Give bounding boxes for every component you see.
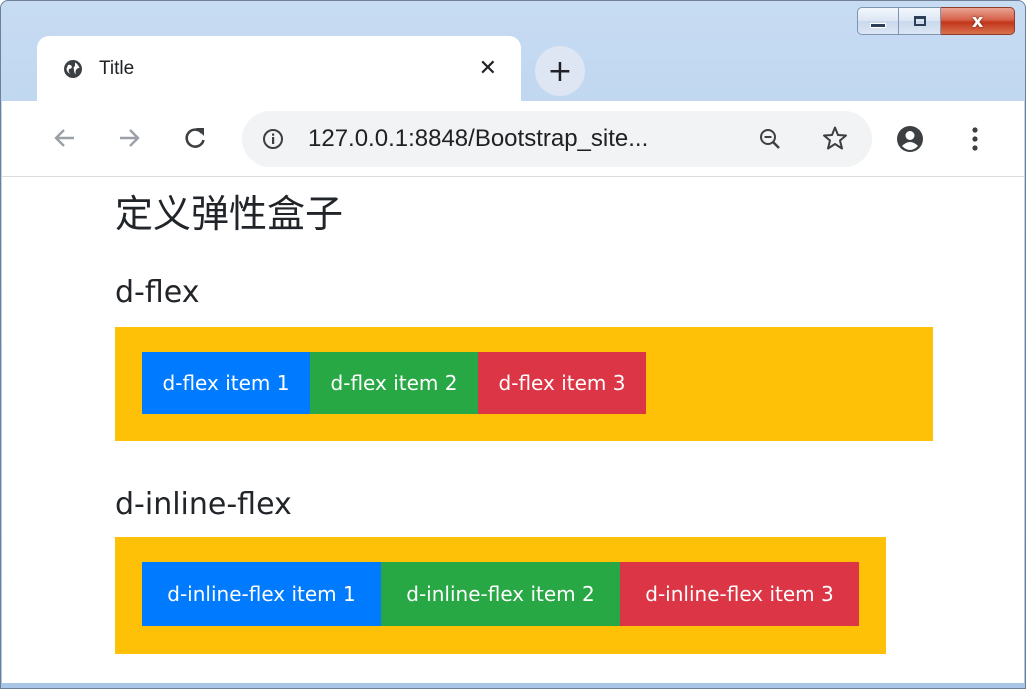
more-vert-icon[interactable] [970,125,980,153]
section-heading-d-inline-flex: d-inline-flex [115,487,292,522]
maximize-icon [913,16,926,26]
forward-button[interactable] [110,119,148,157]
minimize-button[interactable] [857,7,899,35]
maximize-button[interactable] [899,7,941,35]
d-inline-flex-container: d-inline-flex item 1 d-inline-flex item … [115,537,886,654]
inline-flex-item: d-inline-flex item 1 [142,562,381,626]
forward-arrow-icon [120,129,140,147]
page-title: 定义弹性盒子 [115,192,344,236]
browser-toolbar: 127.0.0.1:8848/Bootstrap_site... [2,101,1024,177]
info-icon[interactable] [262,128,284,150]
section-heading-d-flex: d-flex [115,275,200,310]
new-tab-button[interactable]: + [535,46,585,96]
flex-item: d-flex item 3 [478,352,646,414]
inline-flex-item: d-inline-flex item 3 [620,562,859,626]
flex-item: d-flex item 1 [142,352,310,414]
minimize-icon [870,22,886,28]
plus-icon: + [547,53,573,89]
browser-window: x Title ✕ + 127.0.0.1:8848/Bootstrap_sit… [0,0,1026,689]
browser-tab[interactable]: Title ✕ [37,36,521,102]
account-icon[interactable] [896,125,924,153]
globe-icon [64,60,82,78]
close-icon: x [971,10,984,32]
window-controls: x [857,7,1015,47]
close-window-button[interactable]: x [941,7,1015,35]
url-text[interactable]: 127.0.0.1:8848/Bootstrap_site... [308,125,648,153]
address-bar[interactable]: 127.0.0.1:8848/Bootstrap_site... [242,111,872,167]
d-flex-container: d-flex item 1 d-flex item 2 d-flex item … [115,327,933,441]
tab-close-icon[interactable]: ✕ [479,56,497,81]
star-icon[interactable] [822,125,848,151]
zoom-out-icon[interactable] [758,127,782,151]
page-content: 定义弹性盒子 d-flex d-flex item 1 d-flex item … [2,177,1024,683]
flex-item: d-flex item 2 [310,352,478,414]
reload-button[interactable] [176,119,214,157]
reload-icon [185,128,205,148]
back-arrow-icon [54,129,74,147]
tab-title: Title [99,58,135,79]
inline-flex-item: d-inline-flex item 2 [381,562,620,626]
back-button[interactable] [46,119,84,157]
